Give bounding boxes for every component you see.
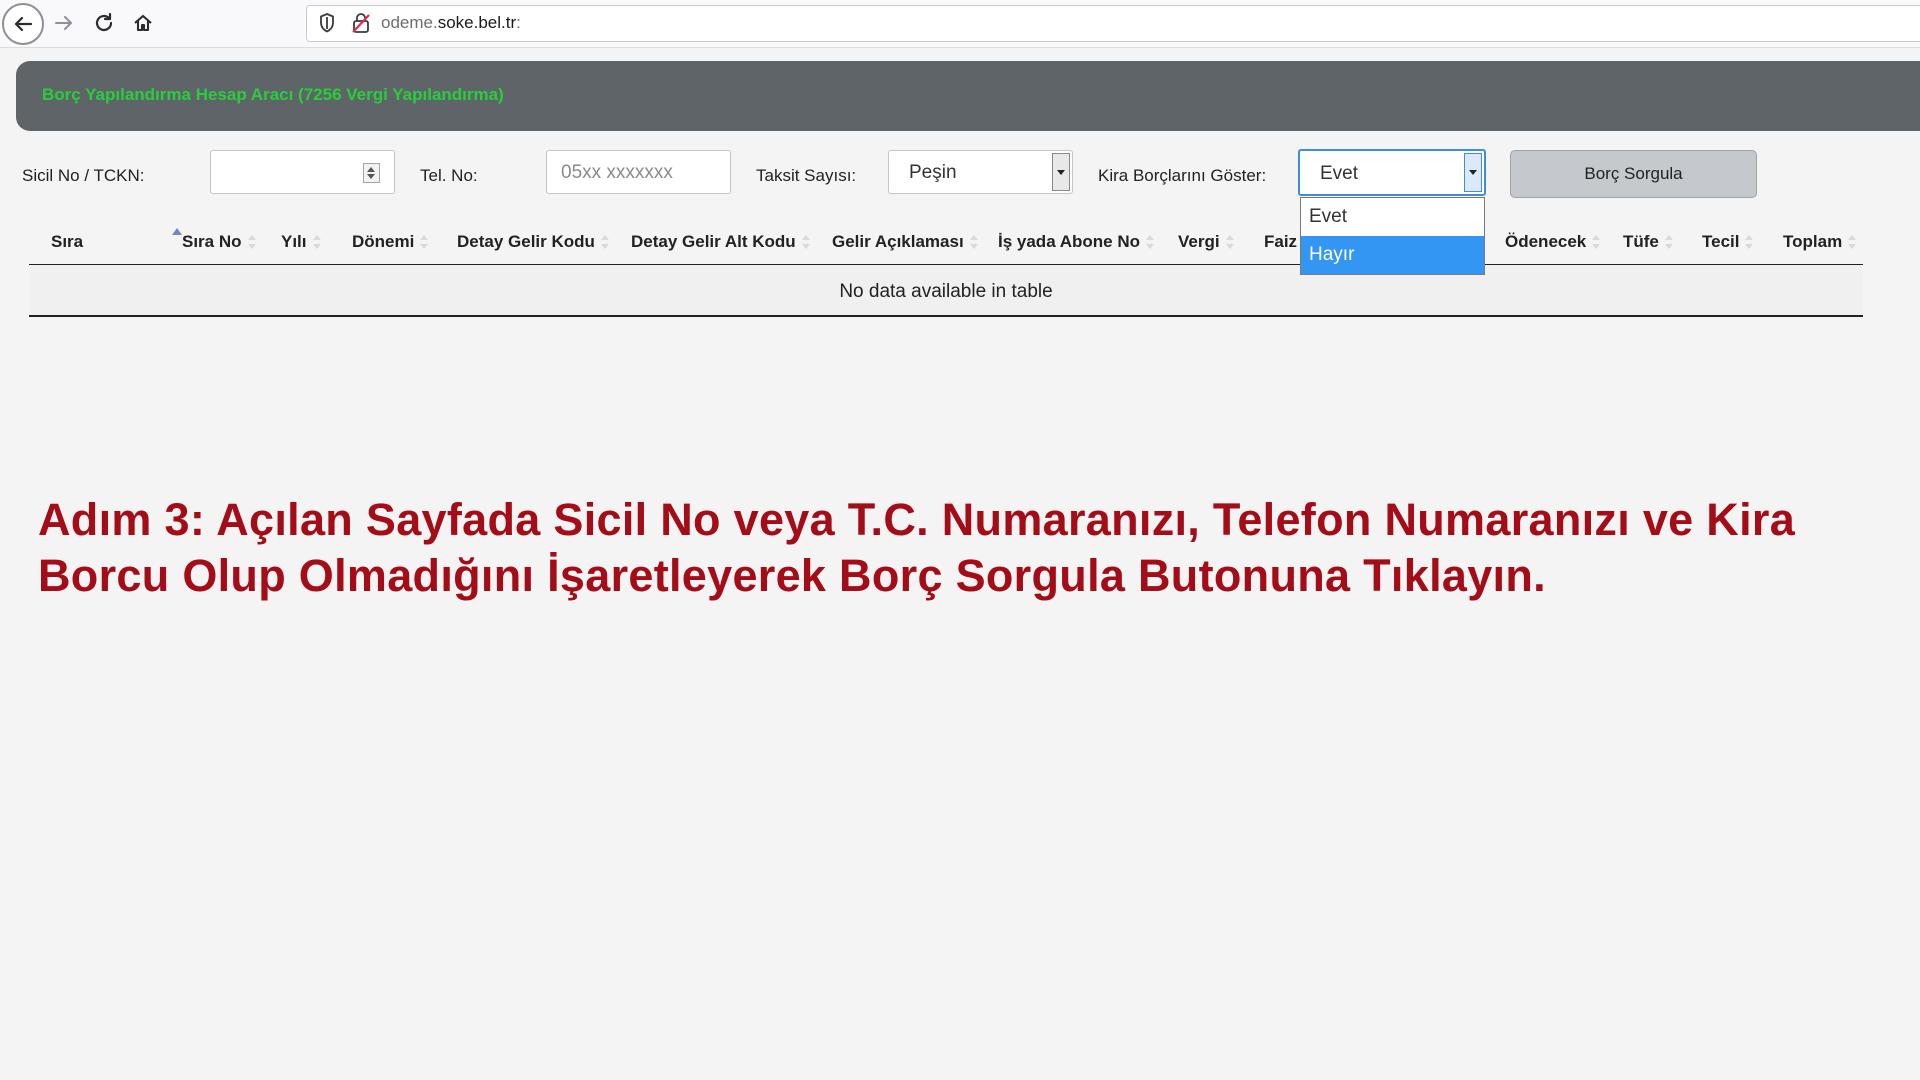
url-text: odeme.soke.bel.tr: <box>381 13 521 32</box>
sort-ascending-icon[interactable] <box>172 228 182 235</box>
home-icon[interactable] <box>123 3 163 43</box>
column-header[interactable]: Dönemi <box>352 232 429 252</box>
dropdown-option-evet[interactable]: Evet <box>1301 198 1484 236</box>
sicil-input[interactable] <box>210 150 395 194</box>
reload-icon[interactable] <box>84 3 124 43</box>
tel-label: Tel. No: <box>420 166 478 185</box>
spinner-up-icon[interactable] <box>367 167 375 172</box>
borc-sorgula-button[interactable]: Borç Sorgula <box>1510 150 1757 198</box>
kira-select[interactable]: Evet <box>1298 149 1486 196</box>
page-header: Borç Yapılandırma Hesap Aracı (7256 Verg… <box>16 61 1920 131</box>
spinner-down-icon[interactable] <box>367 174 375 179</box>
empty-table-message: No data available in table <box>839 281 1053 302</box>
taksit-value: Peşin <box>909 162 957 183</box>
tel-input[interactable]: 05xx xxxxxxx <box>546 150 731 194</box>
column-header[interactable]: Tecil <box>1702 232 1754 252</box>
tel-placeholder: 05xx xxxxxxx <box>561 162 673 183</box>
sort-icon <box>420 235 429 249</box>
back-icon[interactable] <box>2 3 44 45</box>
forward-icon[interactable] <box>44 3 84 43</box>
column-header[interactable]: İş yada Abone No <box>998 232 1155 252</box>
instruction-text: Adım 3: Açılan Sayfada Sicil No veya T.C… <box>38 494 1796 601</box>
chevron-down-icon[interactable] <box>1052 153 1070 191</box>
sort-icon <box>969 235 978 249</box>
taksit-label: Taksit Sayısı: <box>756 166 857 185</box>
column-header[interactable]: Sıra No <box>182 232 256 252</box>
sort-icon <box>1664 235 1673 249</box>
sort-icon <box>801 235 810 249</box>
column-header[interactable]: Toplam <box>1783 232 1857 252</box>
sicil-label: Sicil No / TCKN: <box>22 166 145 185</box>
column-header[interactable]: Tüfe <box>1623 232 1673 252</box>
url-bar[interactable]: odeme.soke.bel.tr: <box>306 5 1920 42</box>
kira-value: Evet <box>1320 163 1359 184</box>
sort-icon <box>1848 235 1857 249</box>
column-header[interactable]: Yılı <box>281 232 321 252</box>
column-header[interactable]: Detay Gelir Kodu <box>457 232 609 252</box>
chevron-down-icon[interactable] <box>1464 153 1482 192</box>
insecure-lock-icon[interactable] <box>351 12 371 34</box>
column-header[interactable]: Sıra <box>51 232 83 252</box>
number-spinner[interactable] <box>363 163 380 183</box>
taksit-select[interactable]: Peşin <box>888 150 1073 194</box>
sort-icon <box>247 235 256 249</box>
table-header: Sıra Sıra No Yılı Dönemi Detay Gelir Kod… <box>29 222 1863 265</box>
table-body: No data available in table <box>29 265 1863 317</box>
sort-icon <box>1745 235 1754 249</box>
dropdown-option-hayir[interactable]: Hayır <box>1301 236 1484 274</box>
page-title: Borç Yapılandırma Hesap Aracı (7256 Verg… <box>42 85 504 104</box>
browser-toolbar: odeme.soke.bel.tr: <box>0 0 1920 48</box>
kira-label: Kira Borçlarını Göster: <box>1098 166 1267 185</box>
column-header[interactable]: Gelir Açıklaması <box>832 232 978 252</box>
sort-icon <box>1225 235 1234 249</box>
sort-icon <box>1592 235 1601 249</box>
column-header[interactable]: Ödenecek <box>1505 232 1601 252</box>
sort-icon <box>312 235 321 249</box>
column-header[interactable]: Vergi <box>1178 232 1234 252</box>
kira-dropdown-list: Evet Hayır <box>1300 197 1485 275</box>
shield-icon[interactable] <box>318 12 336 34</box>
column-header[interactable]: Detay Gelir Alt Kodu <box>631 232 810 252</box>
sort-icon <box>600 235 609 249</box>
sort-icon <box>1146 235 1155 249</box>
